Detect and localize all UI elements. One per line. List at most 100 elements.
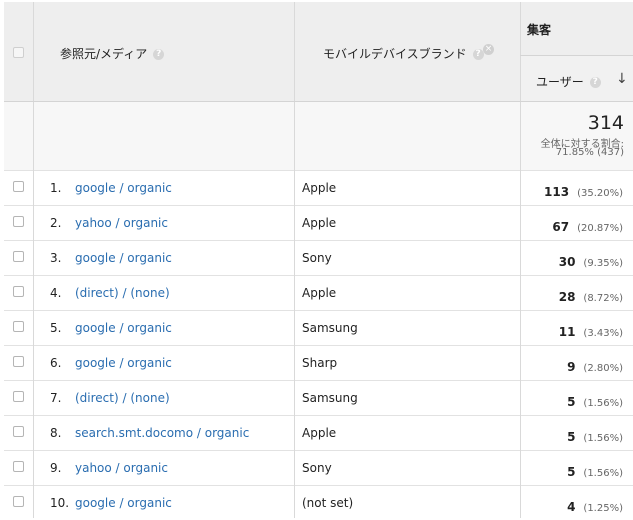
row-index: 7. — [50, 391, 62, 405]
row-divider — [4, 415, 633, 416]
device-brand-cell: Apple — [302, 216, 337, 230]
table-row: 4. (direct) / (none) Apple 28 (8.72%) — [4, 275, 633, 310]
row-checkbox[interactable] — [13, 496, 24, 507]
remove-dimension-icon[interactable]: × — [483, 44, 494, 55]
row-index: 5. — [50, 321, 62, 335]
users-percent: (1.25%) — [583, 503, 623, 514]
users-percent: (20.87%) — [577, 223, 623, 234]
row-index: 3. — [50, 251, 62, 265]
acquisition-group-header: 集客 — [527, 23, 552, 37]
source-medium-link[interactable]: yahoo / organic — [75, 216, 168, 230]
source-medium-link[interactable]: yahoo / organic — [75, 461, 168, 475]
analytics-report-table: 参照元/メディア? モバイルデバイスブランド? × 集客 ユーザー? ↓ 314… — [4, 2, 633, 518]
users-cell: 4 (1.25%) — [523, 496, 623, 515]
table-row: 2. yahoo / organic Apple 67 (20.87%) — [4, 205, 633, 240]
column-divider — [520, 2, 521, 518]
users-count: 28 — [558, 290, 576, 304]
users-percent: (3.43%) — [583, 328, 623, 339]
users-percent: (1.56%) — [583, 468, 623, 479]
source-medium-link[interactable]: google / organic — [75, 356, 172, 370]
header-divider — [4, 101, 633, 102]
table-row: 6. google / organic Sharp 9 (2.80%) — [4, 345, 633, 380]
column-divider — [294, 2, 295, 518]
source-medium-header[interactable]: 参照元/メディア? — [60, 45, 165, 62]
source-medium-link[interactable]: (direct) / (none) — [75, 391, 170, 405]
device-brand-cell: (not set) — [302, 496, 354, 510]
users-count: 11 — [558, 325, 576, 339]
users-count: 5 — [567, 465, 576, 479]
users-count: 67 — [552, 220, 570, 234]
device-brand-cell: Apple — [302, 181, 337, 195]
users-count: 30 — [558, 255, 576, 269]
users-count: 113 — [544, 185, 570, 199]
row-checkbox[interactable] — [13, 391, 24, 402]
device-brand-header[interactable]: モバイルデバイスブランド? — [323, 45, 484, 62]
row-index: 9. — [50, 461, 62, 475]
users-cell: 5 (1.56%) — [523, 391, 623, 410]
source-medium-link[interactable]: google / organic — [75, 496, 172, 510]
row-divider — [4, 240, 633, 241]
row-divider — [4, 450, 633, 451]
row-checkbox[interactable] — [13, 461, 24, 472]
table-row: 7. (direct) / (none) Samsung 5 (1.56%) — [4, 380, 633, 415]
source-medium-link[interactable]: google / organic — [75, 321, 172, 335]
row-checkbox[interactable] — [13, 251, 24, 262]
table-row: 9. yahoo / organic Sony 5 (1.56%) — [4, 450, 633, 485]
users-column-header[interactable]: ユーザー? — [536, 73, 601, 90]
source-medium-link[interactable]: google / organic — [75, 181, 172, 195]
source-medium-link[interactable]: (direct) / (none) — [75, 286, 170, 300]
row-checkbox[interactable] — [13, 356, 24, 367]
source-medium-link[interactable]: google / organic — [75, 251, 172, 265]
source-medium-help-icon[interactable]: ? — [153, 49, 165, 60]
device-brand-cell: Sony — [302, 251, 332, 265]
row-divider — [4, 485, 633, 486]
totals-share-value: 71.85% (437) — [555, 147, 624, 158]
row-index: 2. — [50, 216, 62, 230]
device-brand-cell: Samsung — [302, 321, 358, 335]
row-index: 1. — [50, 181, 62, 195]
row-checkbox[interactable] — [13, 216, 24, 227]
users-percent: (8.72%) — [583, 293, 623, 304]
row-divider — [4, 275, 633, 276]
row-divider — [4, 345, 633, 346]
totals-row — [4, 102, 633, 170]
table-row: 1. google / organic Apple 113 (35.20%) — [4, 170, 633, 205]
row-checkbox[interactable] — [13, 321, 24, 332]
row-checkbox[interactable] — [13, 286, 24, 297]
users-percent: (9.35%) — [583, 258, 623, 269]
row-checkbox[interactable] — [13, 426, 24, 437]
row-index: 4. — [50, 286, 62, 300]
row-index: 6. — [50, 356, 62, 370]
row-index: 8. — [50, 426, 62, 440]
users-cell: 28 (8.72%) — [523, 286, 623, 305]
device-brand-cell: Apple — [302, 286, 337, 300]
users-percent: (1.56%) — [583, 398, 623, 409]
users-count: 5 — [567, 430, 576, 444]
users-cell: 5 (1.56%) — [523, 461, 623, 480]
table-row: 10. google / organic (not set) 4 (1.25%) — [4, 485, 633, 520]
users-percent: (35.20%) — [577, 188, 623, 199]
users-help-icon[interactable]: ? — [589, 77, 601, 88]
device-brand-help-icon[interactable]: ? — [472, 49, 484, 60]
sort-descending-icon[interactable]: ↓ — [616, 71, 628, 87]
users-count: 4 — [567, 500, 576, 514]
users-count: 5 — [567, 395, 576, 409]
users-cell: 30 (9.35%) — [523, 251, 623, 270]
users-count: 9 — [567, 360, 576, 374]
table-row: 8. search.smt.docomo / organic Apple 5 (1.56… — [4, 415, 633, 450]
column-divider — [33, 2, 34, 518]
users-percent: (2.80%) — [583, 363, 623, 374]
row-divider — [4, 170, 633, 171]
row-checkbox[interactable] — [13, 181, 24, 192]
device-brand-cell: Samsung — [302, 391, 358, 405]
select-all-checkbox[interactable] — [13, 47, 24, 58]
source-medium-link[interactable]: search.smt.docomo / organic — [75, 426, 249, 440]
row-index: 10. — [50, 496, 70, 510]
device-brand-cell: Sony — [302, 461, 332, 475]
row-divider — [4, 380, 633, 381]
users-cell: 9 (2.80%) — [523, 356, 623, 375]
users-cell: 5 (1.56%) — [523, 426, 623, 445]
row-divider — [4, 310, 633, 311]
users-percent: (1.56%) — [583, 433, 623, 444]
table-row: 3. google / organic Sony 30 (9.35%) — [4, 240, 633, 275]
